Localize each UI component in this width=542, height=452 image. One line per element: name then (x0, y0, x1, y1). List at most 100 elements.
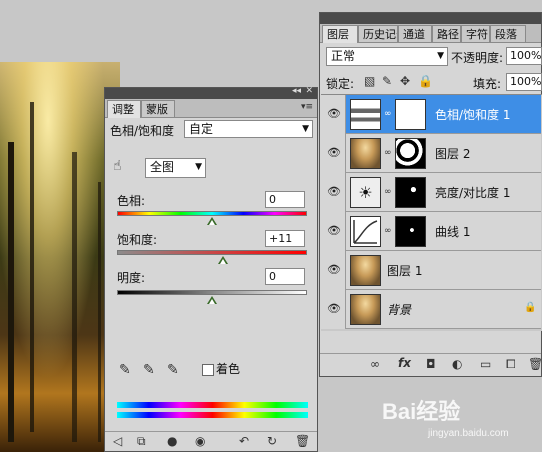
mask-thumbnail (395, 138, 426, 169)
saturation-slider-thumb[interactable] (218, 256, 228, 264)
adjustment-type-label: 色相/饱和度 (110, 124, 175, 138)
adjustments-titlebar[interactable]: ◂◂ ✕ (105, 86, 317, 99)
layer-row[interactable]: 👁 图层 1 (321, 251, 541, 290)
chevron-down-icon: ▼ (195, 162, 202, 172)
link-chain-icon[interactable]: ∞ (384, 187, 392, 197)
trash-icon[interactable]: 🗑 (528, 357, 542, 371)
close-icon[interactable]: ✕ (305, 86, 313, 96)
layers-list: 👁 ∞ 色相/饱和度 1 👁 ∞ 图层 2 👁 ☀ ∞ 亮度/对比度 1 👁 ∞… (321, 94, 542, 331)
fill-input[interactable]: 100% (506, 73, 542, 91)
hue-input[interactable]: 0 (265, 191, 305, 208)
lightness-label: 明度: (117, 271, 146, 285)
lightness-slider[interactable] (117, 290, 307, 295)
lock-icon: 🔒 (524, 302, 537, 313)
canvas-image (0, 62, 120, 452)
link-chain-icon[interactable]: ∞ (384, 226, 392, 236)
colorize-label: 着色 (216, 362, 241, 376)
lock-brush-icon[interactable]: ✎ (382, 74, 392, 88)
visibility-eye-icon[interactable]: 👁 (327, 107, 341, 120)
eyedropper-icon[interactable]: ✎ (119, 362, 131, 378)
chevron-down-icon: ▼ (437, 51, 444, 61)
reset-icon[interactable]: ↻ (267, 434, 277, 448)
view-previous-icon[interactable]: ↶ (239, 434, 249, 448)
tab-layers[interactable]: 图层 (322, 25, 358, 43)
fx-icon[interactable]: fx (398, 356, 411, 370)
preset-select[interactable]: 自定 ▼ (184, 120, 313, 138)
layer-row[interactable]: 👁 ☀ ∞ 亮度/对比度 1 (321, 173, 541, 212)
layer-row[interactable]: 👁 ∞ 色相/饱和度 1 (321, 95, 541, 134)
source-spectrum-bar (117, 402, 308, 408)
link-layers-icon[interactable]: ∞ (370, 357, 380, 371)
panel-menu-icon[interactable]: ▾≡ (301, 102, 313, 112)
blend-mode-select[interactable]: 正常 ▼ (326, 47, 448, 66)
layers-tabbar: 图层 历史记录 通道 路径 字符 段落 (320, 24, 541, 43)
link-chain-icon[interactable]: ∞ (384, 148, 392, 158)
hue-label: 色相: (117, 194, 146, 208)
add-mask-icon[interactable]: ◘ (426, 357, 436, 371)
watermark-brand: Bai经验 (382, 399, 461, 424)
tab-masks[interactable]: 蒙版 (141, 100, 175, 117)
lock-move-icon[interactable]: ✥ (400, 74, 410, 88)
edit-range-select[interactable]: 全图 ▼ (145, 158, 206, 178)
new-layer-icon[interactable]: ⧠ (506, 357, 516, 372)
layers-bottom-toolbar: ∞ fx ◘ ◐ ▭ ⧠ 🗑 (320, 353, 542, 376)
mask-thumbnail (395, 216, 426, 247)
trash-icon[interactable]: 🗑 (295, 434, 310, 448)
adjustment-layer-icon[interactable]: ◐ (452, 357, 462, 371)
visibility-eye-icon[interactable]: 👁 (327, 146, 341, 159)
saturation-slider[interactable] (117, 250, 307, 255)
visibility-eye-icon[interactable]: 👁 (327, 224, 341, 237)
hand-adjust-icon[interactable]: ☝ (113, 158, 122, 174)
link-chain-icon[interactable]: ∞ (384, 109, 392, 119)
layer-thumbnail (350, 294, 381, 325)
layer-name: 色相/饱和度 1 (435, 108, 511, 122)
lock-all-icon[interactable]: 🔒 (418, 74, 433, 88)
visibility-eye-icon[interactable]: 👁 (327, 185, 341, 198)
layer-row[interactable]: 👁 背景 🔒 (321, 290, 541, 329)
adjustment-thumbnail (350, 99, 381, 130)
layer-row[interactable]: 👁 ∞ 曲线 1 (321, 212, 541, 251)
opacity-input[interactable]: 100% (506, 47, 542, 65)
visibility-eye-icon[interactable]: 👁 (327, 302, 341, 315)
lightness-slider-thumb[interactable] (207, 296, 217, 304)
lock-transparent-icon[interactable]: ▧ (364, 74, 375, 88)
hue-slider-thumb[interactable] (207, 217, 217, 225)
visibility-eye-icon[interactable]: 👁 (327, 263, 341, 276)
brightness-icon: ☀ (350, 177, 381, 208)
layer-row[interactable]: 👁 ∞ 图层 2 (321, 134, 541, 173)
tab-history[interactable]: 历史记录 (358, 25, 398, 42)
layer-name: 背景 (387, 303, 412, 317)
tab-character[interactable]: 字符 (461, 25, 490, 42)
layer-name: 亮度/对比度 1 (435, 186, 511, 200)
tab-adjustments[interactable]: 调整 (107, 100, 141, 118)
adjustments-panel: ◂◂ ✕ 调整 蒙版 ▾≡ 色相/饱和度 自定 ▼ ☝ 全图 ▼ 色相: 0 饱… (104, 86, 318, 452)
collapse-icon[interactable]: ◂◂ (292, 86, 301, 96)
hue-slider[interactable] (117, 211, 307, 216)
back-arrow-icon[interactable]: ◁ (113, 434, 122, 448)
saturation-label: 饱和度: (117, 233, 158, 247)
layer-name: 图层 2 (435, 147, 471, 161)
visibility-eye-icon[interactable]: ◉ (195, 434, 205, 448)
layers-panel: 图层 历史记录 通道 路径 字符 段落 正常 ▼ 不透明度: 100% 锁定: … (319, 12, 542, 377)
eyedropper-plus-icon[interactable]: ✎ (143, 362, 155, 378)
tab-paragraph[interactable]: 段落 (490, 25, 526, 42)
fill-label: 填充: (473, 77, 502, 91)
expand-view-icon[interactable]: ⧉ (137, 434, 146, 449)
lightness-input[interactable]: 0 (265, 268, 305, 285)
colorize-checkbox[interactable] (202, 364, 214, 376)
tab-channels[interactable]: 通道 (398, 25, 432, 42)
saturation-input[interactable]: +11 (265, 230, 305, 247)
layer-thumbnail (350, 255, 381, 286)
layers-titlebar[interactable] (320, 13, 541, 24)
tab-paths[interactable]: 路径 (432, 25, 461, 42)
eyedropper-minus-icon[interactable]: ✎ (167, 362, 179, 378)
mask-thumbnail (395, 177, 426, 208)
clip-layer-icon[interactable]: ● (167, 434, 177, 448)
watermark-url: jingyan.baidu.com (428, 428, 509, 439)
folder-icon[interactable]: ▭ (480, 357, 491, 371)
adjustments-tabbar: 调整 蒙版 ▾≡ (105, 99, 317, 118)
layer-thumbnail (350, 138, 381, 169)
adjustments-bottom-toolbar: ◁ ⧉ ● ◉ ↶ ↻ 🗑 (105, 431, 317, 452)
lock-label: 锁定: (326, 77, 355, 91)
result-spectrum-bar (117, 412, 308, 418)
